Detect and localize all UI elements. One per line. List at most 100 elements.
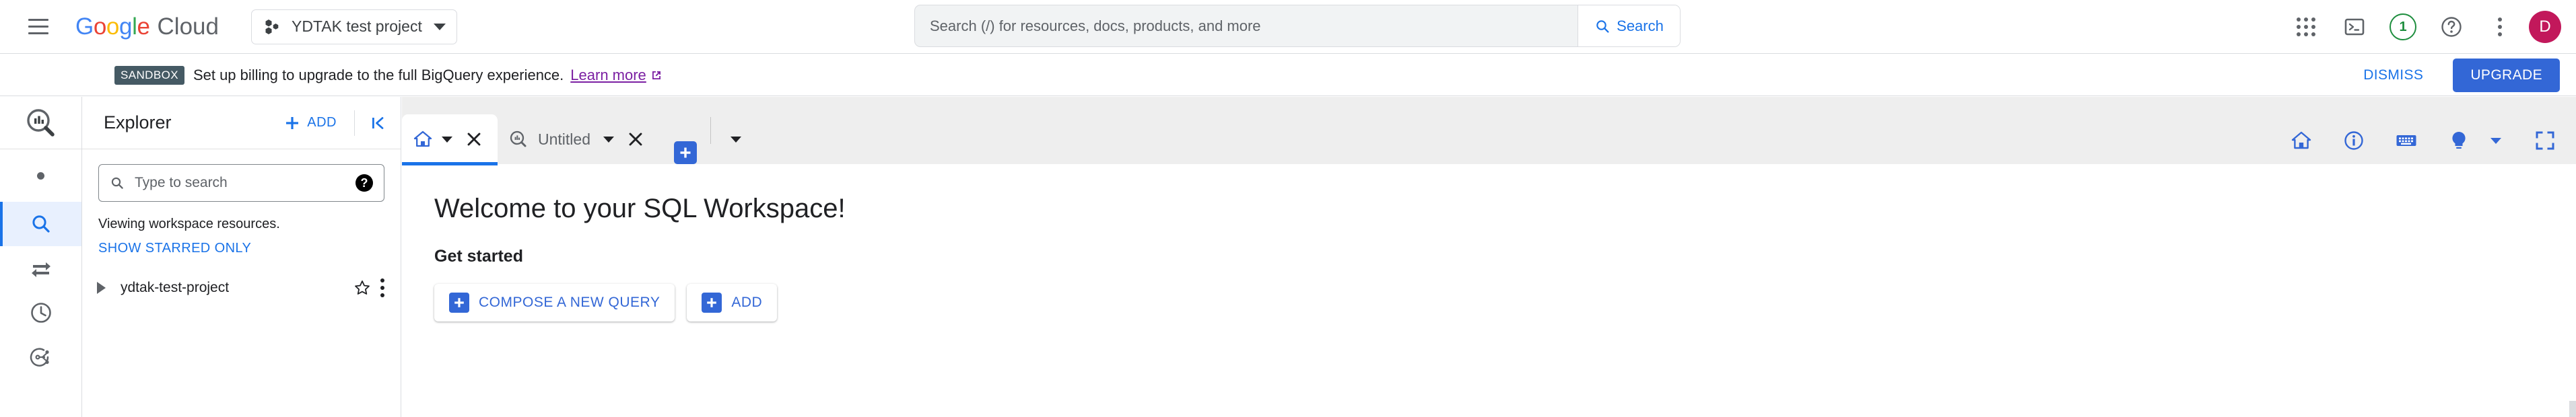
keyboard-glyph [2396, 135, 2416, 146]
keyboard-shortcuts-icon[interactable] [2392, 126, 2421, 155]
workspace-tools [2286, 126, 2560, 155]
info-circle-icon[interactable] [2339, 126, 2369, 155]
learn-more-link[interactable]: Learn more [570, 67, 663, 84]
sidebar-item-scheduled-queries[interactable] [0, 291, 81, 335]
chevron-down-icon[interactable] [603, 136, 614, 143]
tab-label: Untitled [538, 130, 590, 148]
bigquery-logo-icon[interactable] [0, 97, 81, 149]
page-title: Explorer [104, 112, 172, 132]
star-glyph [355, 280, 370, 295]
collapse-glyph [372, 116, 384, 129]
explorer-search-box[interactable]: ? [98, 164, 384, 202]
add-data-button[interactable]: ADD [687, 284, 778, 321]
get-started-actions: COMPOSE A NEW QUERY ADD [434, 284, 2576, 321]
dismiss-button[interactable]: DISMISS [2351, 60, 2435, 91]
plus-box-icon [449, 293, 469, 313]
add-data-label: ADD [731, 295, 763, 310]
close-glyph [467, 132, 481, 146]
cloud-shell-terminal-icon[interactable] [2335, 7, 2374, 46]
more-vert-icon[interactable] [380, 278, 384, 297]
apps-grid-icon[interactable] [2286, 7, 2326, 46]
show-starred-only-link[interactable]: SHOW STARRED ONLY [98, 241, 251, 256]
scrollbar-nub[interactable] [2569, 401, 2576, 417]
chevron-down-icon[interactable] [442, 136, 452, 143]
project-selector-label: YDTAK test project [291, 17, 422, 35]
banner-actions: DISMISS UPGRADE [2351, 58, 2560, 92]
divider [710, 117, 711, 144]
collapsed-section-dot-icon [0, 149, 81, 202]
hamburger-menu-icon[interactable] [19, 7, 58, 46]
home-icon[interactable] [2286, 126, 2316, 155]
cloud-wordmark: Cloud [157, 13, 219, 40]
search-input[interactable] [133, 174, 347, 192]
home-glyph [2291, 131, 2311, 149]
welcome-heading: Welcome to your SQL Workspace! [434, 194, 846, 223]
welcome-content: Welcome to your SQL Workspace! Get start… [402, 164, 2576, 321]
google-wordmark: Google [75, 13, 150, 40]
notifications-badge-icon[interactable]: 1 [2383, 7, 2422, 46]
sandbox-banner: SANDBOX Set up billing to upgrade to the… [0, 54, 2576, 96]
workspace-tab-bar: Untitled [402, 97, 2576, 165]
help-question-icon[interactable] [2432, 7, 2471, 46]
help-glyph [2441, 17, 2462, 37]
hamburger-line [28, 32, 48, 34]
sidebar-item-analytics-hub[interactable] [0, 335, 81, 379]
lightbulb-tips-icon[interactable] [2444, 126, 2474, 155]
collapse-panel-icon[interactable] [363, 108, 394, 139]
new-tab-options-chevron-down-icon[interactable] [730, 137, 741, 143]
compose-new-query-button[interactable]: COMPOSE A NEW QUERY [434, 284, 675, 321]
info-glyph [2344, 131, 2363, 150]
upgrade-button[interactable]: UPGRADE [2453, 58, 2560, 92]
more-options-kebab-icon[interactable] [2480, 7, 2519, 46]
search-icon [1596, 20, 1609, 33]
plus-glyph [707, 298, 717, 307]
tab-home[interactable] [402, 114, 498, 165]
google-cloud-logo[interactable]: Google Cloud [75, 13, 219, 40]
home-icon [413, 130, 432, 147]
search-icon [111, 177, 123, 189]
compose-new-query-label: COMPOSE A NEW QUERY [479, 295, 660, 310]
lightbulb-caret-icon[interactable] [2490, 137, 2501, 144]
divider [354, 110, 355, 136]
search-submit-label: Search [1617, 17, 1664, 34]
triangle-right-icon[interactable] [97, 282, 106, 294]
add-label: ADD [307, 115, 337, 130]
project-selector-button[interactable]: YDTAK test project [250, 9, 457, 44]
help-filled-icon[interactable]: ? [355, 174, 373, 192]
sidebar-item-search[interactable] [0, 202, 81, 246]
project-hexagons-icon [265, 19, 279, 34]
fullscreen-icon[interactable] [2530, 126, 2560, 155]
close-x-icon[interactable] [623, 126, 648, 152]
bigquery-glyph [26, 108, 55, 137]
search-input[interactable] [915, 5, 1578, 46]
project-name-label: ydtak-test-project [121, 280, 230, 295]
search-submit-button[interactable]: Search [1578, 5, 1680, 46]
hamburger-line [28, 19, 48, 21]
sidebar-item-transfers[interactable] [0, 246, 81, 291]
notification-count: 1 [2389, 13, 2416, 40]
data-share-icon [30, 348, 49, 367]
external-link-icon [652, 71, 660, 79]
left-rail [0, 97, 82, 417]
clock-history-icon [30, 303, 51, 323]
add-data-button[interactable]: ADD [283, 114, 346, 132]
close-glyph [629, 132, 642, 146]
tab-untitled-query[interactable]: Untitled [498, 114, 659, 164]
kebab-dots [380, 278, 384, 297]
global-search-bar[interactable]: Search [914, 5, 1681, 47]
apps-grid-dots [2297, 17, 2315, 36]
new-tab-button[interactable] [673, 141, 697, 164]
get-started-heading: Get started [434, 247, 523, 266]
lightbulb-glyph [2452, 131, 2466, 149]
top-app-bar: Google Cloud YDTAK test project Search (… [0, 0, 2576, 54]
banner-text: Set up billing to upgrade to the full Bi… [193, 66, 564, 83]
list-item[interactable]: ydtak-test-project [82, 271, 401, 305]
avatar[interactable]: D [2529, 11, 2561, 43]
kebab-dots [2498, 17, 2502, 36]
plus-icon [286, 116, 299, 129]
close-x-icon[interactable] [461, 126, 487, 152]
main-workspace: Untitled Welcome to your SQL Workspace! … [402, 97, 2576, 417]
star-outline-icon[interactable] [353, 279, 371, 297]
hamburger-line [28, 26, 48, 28]
fullscreen-glyph [2536, 131, 2554, 150]
